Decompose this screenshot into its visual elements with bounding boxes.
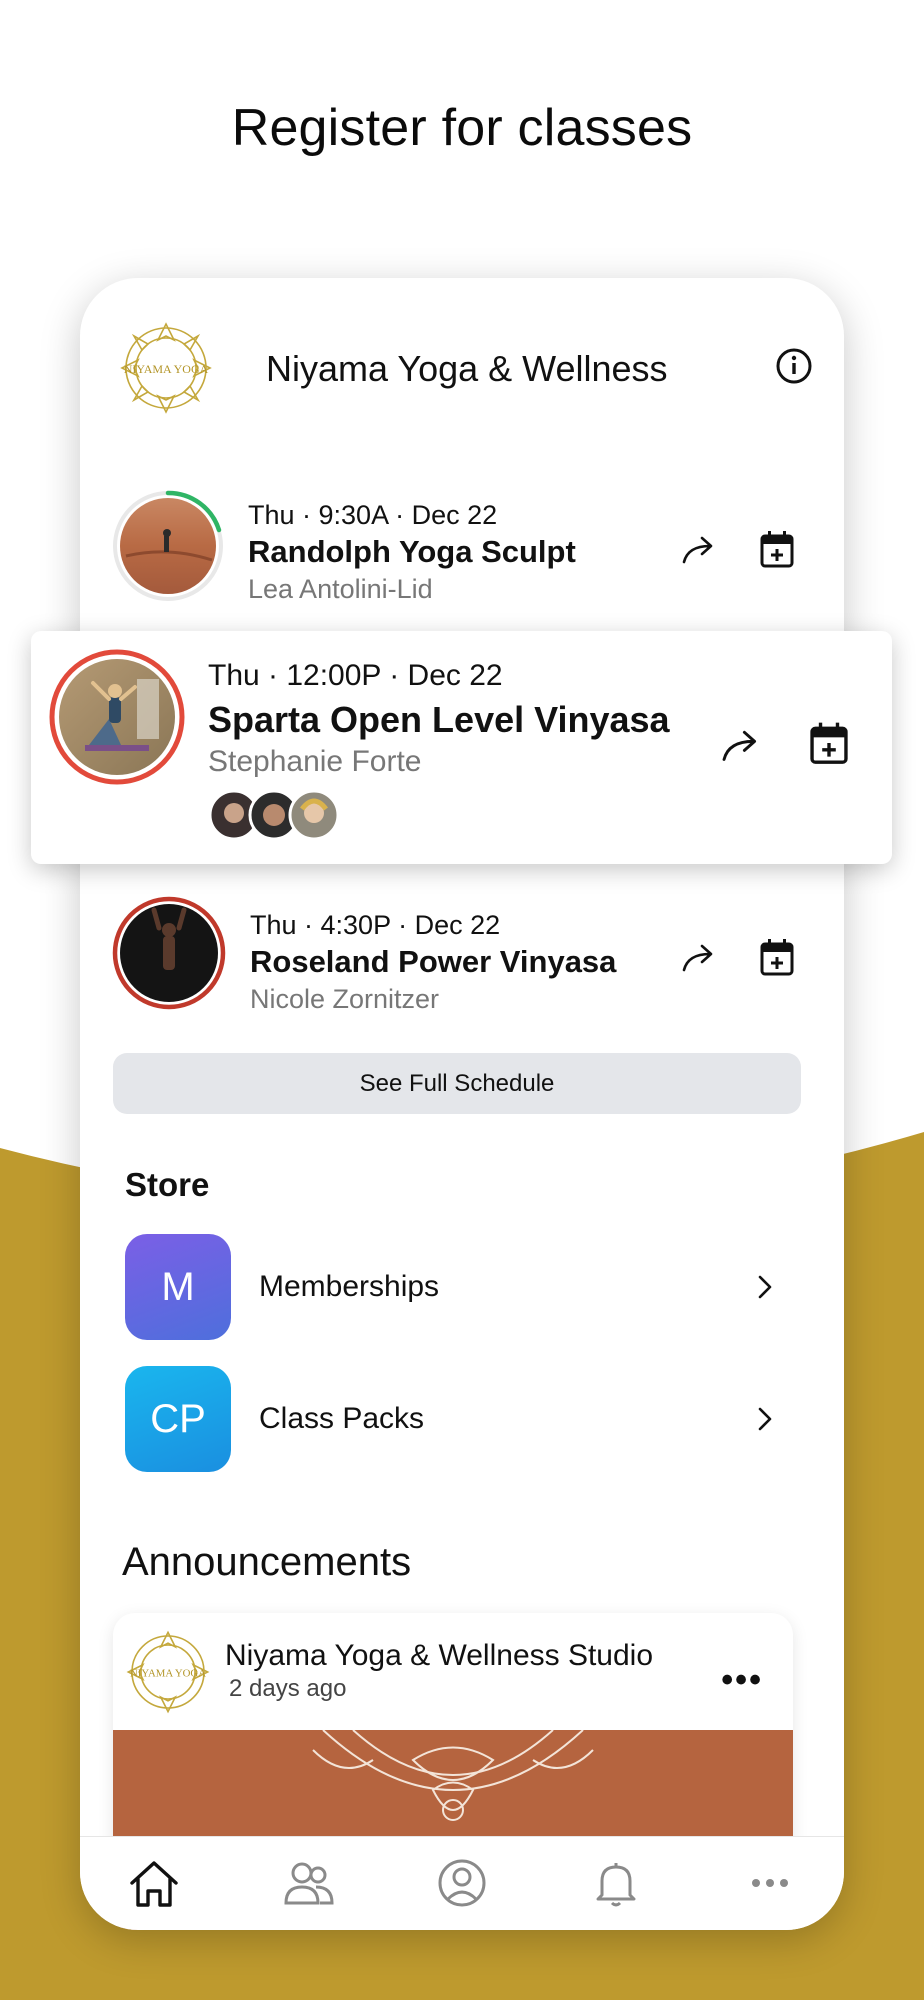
mandala-logo-icon: NIYAMA YOGA (126, 1630, 210, 1714)
class-time: Thu · 12:00P · Dec 22 (208, 659, 503, 692)
class-time: Thu · 9:30A · Dec 22 (248, 500, 498, 530)
attendee-avatars (208, 789, 340, 841)
chevron-right-icon (758, 1407, 772, 1431)
class-progress-ring (113, 490, 223, 601)
info-icon[interactable] (764, 336, 824, 396)
add-to-calendar-icon[interactable] (754, 934, 800, 980)
svg-text:NIYAMA YOGA: NIYAMA YOGA (130, 1668, 206, 1680)
notifications-icon[interactable] (586, 1853, 646, 1913)
announcement-author: Niyama Yoga & Wellness Studio (225, 1639, 654, 1672)
svg-text:NIYAMA YOGA: NIYAMA YOGA (124, 362, 209, 376)
class-progress-ring (49, 649, 185, 785)
store-item-label: Memberships (259, 1270, 440, 1303)
add-to-calendar-icon[interactable] (754, 526, 800, 572)
share-icon[interactable] (715, 721, 767, 773)
class-title: Randolph Yoga Sculpt (248, 534, 576, 569)
page-headline: Register for classes (231, 99, 693, 157)
mandala-pattern-icon (312, 1729, 594, 1821)
instructor-avatar (112, 896, 226, 1010)
swap-arrows-icon[interactable] (838, 336, 844, 396)
class-time: Thu · 4:30P · Dec 22 (250, 910, 501, 940)
class-progress-ring (112, 896, 226, 1010)
mandala-logo-icon: NIYAMA YOGA (120, 322, 212, 414)
announcements-heading: Announcements (122, 1540, 412, 1584)
attendee-avatar (288, 789, 340, 841)
memberships-badge: M (125, 1234, 231, 1340)
store-item-class-packs[interactable]: CP Class Packs (125, 1366, 785, 1472)
store-heading: Store (125, 1166, 210, 1203)
class-row[interactable]: Thu · 4:30P · Dec 22 Roseland Power Viny… (80, 896, 844, 1036)
more-options-icon[interactable]: ••• (721, 1661, 763, 1700)
class-packs-badge: CP (125, 1366, 231, 1472)
chevron-right-icon (758, 1275, 772, 1299)
store-item-label: Class Packs (259, 1402, 425, 1435)
studio-header: NIYAMA YOGA Niyama Yoga & Wellness (116, 318, 816, 418)
class-row[interactable]: Thu · 9:30A · Dec 22 Randolph Yoga Sculp… (80, 486, 844, 626)
announcement-time: 2 days ago (229, 1675, 347, 1702)
store-item-memberships[interactable]: M Memberships (125, 1234, 785, 1340)
instructor-avatar (112, 490, 224, 602)
studio-name: Niyama Yoga & Wellness (266, 348, 668, 389)
class-title: Roseland Power Vinyasa (250, 944, 617, 979)
add-to-calendar-icon[interactable] (803, 717, 855, 769)
share-icon[interactable] (676, 528, 722, 574)
more-icon[interactable] (740, 1853, 800, 1913)
class-title: Sparta Open Level Vinyasa (208, 699, 670, 740)
community-icon[interactable] (278, 1853, 338, 1913)
class-teacher: Lea Antolini-Lid (248, 574, 433, 604)
profile-icon[interactable] (432, 1853, 492, 1913)
see-full-schedule-button[interactable]: See Full Schedule (113, 1053, 801, 1114)
bottom-tab-bar (80, 1836, 844, 1930)
share-icon[interactable] (676, 936, 722, 982)
instructor-avatar (49, 649, 185, 785)
app-screenshot: Register for classes NIYAMA YOGA Niyama … (0, 0, 924, 2000)
featured-class-card[interactable]: Thu · 12:00P · Dec 22 Sparta Open Level … (31, 631, 892, 864)
class-teacher: Stephanie Forte (208, 745, 422, 778)
class-teacher: Nicole Zornitzer (250, 984, 440, 1014)
phone-frame: NIYAMA YOGA Niyama Yoga & Wellness Thu ·… (80, 278, 844, 1930)
home-icon[interactable] (124, 1853, 184, 1913)
